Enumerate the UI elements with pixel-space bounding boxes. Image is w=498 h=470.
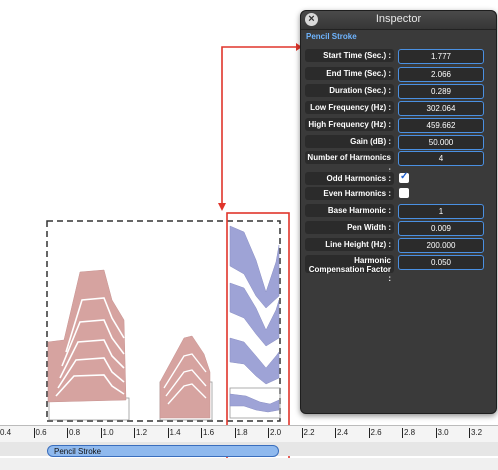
tick-label: 1.8 xyxy=(236,428,248,438)
field-checkbox[interactable]: ✓ xyxy=(399,171,409,183)
tick-mark xyxy=(33,428,35,438)
field-value[interactable]: 1 xyxy=(398,204,484,219)
field-checkbox[interactable] xyxy=(399,188,409,198)
tick-label: 2.6 xyxy=(370,428,382,438)
tick-mark xyxy=(167,428,169,438)
callout-arrow xyxy=(218,43,302,211)
field-label: Number of Harmonics : xyxy=(305,151,394,175)
ruler-tick: 2.8 xyxy=(402,428,415,438)
ruler-tick: 2.2 xyxy=(301,428,315,438)
tick-mark xyxy=(201,428,202,438)
tick-label: 0.6 xyxy=(35,428,47,438)
field-value[interactable]: 0.050 xyxy=(398,255,484,270)
checkmark-icon: ✓ xyxy=(400,171,409,182)
tick-mark xyxy=(234,428,236,438)
field-label: Odd Harmonics : xyxy=(305,172,394,185)
tick-mark xyxy=(67,428,68,438)
ruler-tick: 1.8 xyxy=(234,428,248,438)
field-value[interactable]: 2.066 xyxy=(398,67,484,82)
tick-label: 2.0 xyxy=(270,428,282,438)
tick-mark xyxy=(100,428,102,438)
field-value[interactable]: 0.009 xyxy=(398,221,484,236)
tick-label: 2.2 xyxy=(303,428,315,438)
tick-label: 0.4 xyxy=(0,428,12,437)
ruler-tick: 1.6 xyxy=(201,428,214,438)
tick-label: 1.6 xyxy=(203,428,215,438)
bottom-strip xyxy=(0,458,498,470)
ruler-tick: 3.0 xyxy=(435,428,449,438)
pencil-stroke-2[interactable] xyxy=(159,335,211,419)
tick-mark xyxy=(301,428,303,438)
field-label: Base Harmonic : xyxy=(305,204,394,217)
pencil-stroke-1[interactable] xyxy=(47,269,127,403)
field-value[interactable]: 200.000 xyxy=(398,238,484,253)
inspector-panel: × Inspector Pencil Stroke Start Time (Se… xyxy=(300,10,497,414)
field-label: Duration (Sec.) : xyxy=(305,84,394,97)
ruler-tick: 3.2 xyxy=(469,428,482,438)
tick-label: 1.2 xyxy=(136,428,148,438)
inspector-titlebar[interactable]: × Inspector xyxy=(301,11,496,30)
tick-label: 0.8 xyxy=(69,428,81,438)
inspector-title: Inspector xyxy=(375,13,422,25)
tick-label: 1.4 xyxy=(169,428,181,438)
time-ruler[interactable]: 0.4 0.6 0.8 1.0 1.2 1.4 1.6 1.8 2.0 2.2 2.4 2.6 2.8 3… xyxy=(0,425,498,443)
tick-mark xyxy=(268,428,269,438)
field-value[interactable]: 4 xyxy=(398,151,484,166)
tick-mark xyxy=(134,428,135,438)
tick-mark xyxy=(402,428,403,438)
ruler-tick: 2.6 xyxy=(368,428,382,438)
ruler-tick: 0.4 xyxy=(0,428,11,437)
field-label: Even Harmonics : xyxy=(305,187,394,200)
field-label: Start Time (Sec.) : xyxy=(305,49,394,62)
ruler-tick: 1.4 xyxy=(167,428,181,438)
tick-label: 2.4 xyxy=(337,428,349,438)
field-label: Harmonic Compensation Factor : xyxy=(305,255,394,283)
ruler-tick: 2.0 xyxy=(268,428,281,438)
clip-label: Pencil Stroke xyxy=(54,447,102,456)
field-label: Line Height (Hz) : xyxy=(305,238,394,251)
pencil-stroke-3[interactable] xyxy=(229,225,280,413)
ruler-tick: 2.4 xyxy=(335,428,348,438)
tick-mark xyxy=(469,428,470,438)
field-label: Pen Width : xyxy=(305,221,394,234)
ruler-tick: 0.6 xyxy=(33,428,47,438)
field-value[interactable]: 1.777 xyxy=(398,49,484,64)
field-label: Low Frequency (Hz) : xyxy=(305,101,394,114)
field-label: High Frequency (Hz) : xyxy=(305,118,394,131)
tick-mark xyxy=(335,428,336,438)
tick-label: 3.2 xyxy=(471,428,483,438)
tick-label: 1.0 xyxy=(102,428,114,438)
tick-label: 3.0 xyxy=(437,428,449,438)
section-title: Pencil Stroke xyxy=(306,32,357,41)
field-label: End Time (Sec.) : xyxy=(305,67,394,80)
field-value[interactable]: 50.000 xyxy=(398,135,484,150)
ruler-tick: 1.2 xyxy=(134,428,147,438)
field-value[interactable]: 302.064 xyxy=(398,101,484,116)
pencil-stroke-clip[interactable]: Pencil Stroke xyxy=(47,445,279,457)
field-value[interactable]: 0.289 xyxy=(398,84,484,99)
ruler-tick: 1.0 xyxy=(100,428,114,438)
tick-mark xyxy=(435,428,437,438)
ruler-tick: 0.8 xyxy=(67,428,80,438)
tick-mark xyxy=(368,428,370,438)
field-label: Gain (dB) : xyxy=(305,135,394,148)
field-value[interactable]: 459.662 xyxy=(398,118,484,133)
tick-label: 2.8 xyxy=(404,428,416,438)
